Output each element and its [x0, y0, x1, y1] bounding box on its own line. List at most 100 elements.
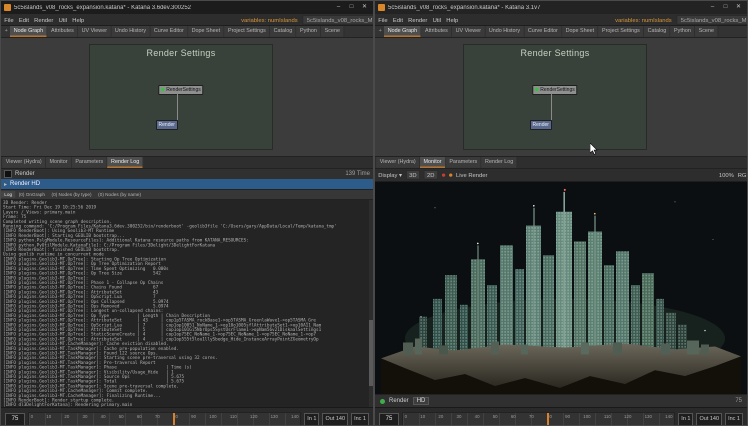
node-render[interactable]: Render: [156, 120, 178, 130]
timeline-tick: 60: [137, 413, 142, 420]
panel-tab[interactable]: Scene: [321, 26, 344, 37]
timeline-tick: 70: [529, 413, 534, 420]
menu-item[interactable]: File: [378, 16, 387, 23]
panel-tab[interactable]: Curve Editor: [524, 26, 562, 37]
close-button[interactable]: ✕: [358, 2, 371, 13]
playhead[interactable]: [173, 413, 175, 426]
menu-item[interactable]: Edit: [393, 16, 403, 23]
close-button[interactable]: ✕: [732, 2, 745, 13]
node-graph-panel[interactable]: Render Settings RenderSettings Render: [1, 38, 373, 157]
window-title: 5c5islands_v08_rocks_expansion.katana* -…: [14, 5, 329, 11]
menu-item[interactable]: Util: [433, 16, 441, 23]
log-filter-tab[interactable]: (0) OnGraph: [15, 191, 48, 198]
display-dropdown[interactable]: Display ▾: [378, 171, 402, 178]
panel-tab[interactable]: Attributes: [47, 26, 78, 37]
menu-item[interactable]: Help: [446, 16, 458, 23]
menu-item[interactable]: Render: [34, 16, 53, 23]
expand-arrow-icon[interactable]: ▸: [4, 181, 7, 188]
project-variables-widget[interactable]: variables: numIslands: [615, 16, 672, 23]
panel-tab[interactable]: Node Graph: [10, 26, 47, 37]
node-rendersettings[interactable]: RenderSettings: [532, 85, 577, 95]
viewer-tab[interactable]: Monitor: [46, 157, 72, 168]
panel-tab[interactable]: UV Viewer: [452, 26, 485, 37]
out-field[interactable]: Out 140: [322, 413, 348, 426]
node-graph-canvas[interactable]: Render Settings RenderSettings Render: [89, 44, 273, 150]
minimize-button[interactable]: –: [332, 2, 345, 13]
timeline-tick: 130: [645, 413, 652, 420]
log-scrollbar[interactable]: [369, 200, 373, 407]
out-field[interactable]: Out 140: [696, 413, 722, 426]
scrollbar-thumb[interactable]: [369, 320, 373, 386]
inc-field[interactable]: Inc 1: [351, 413, 369, 426]
node-graph-panel[interactable]: Render Settings RenderSettings Render: [375, 38, 747, 157]
log-filter-tab[interactable]: (0) Nodes (by name): [95, 191, 144, 198]
menu-item[interactable]: Render: [408, 16, 427, 23]
window-title: 5c5islands_v08_rocks_expansion.katana* -…: [388, 5, 703, 11]
panel-tab[interactable]: Scene: [695, 26, 718, 37]
render-name[interactable]: Render: [389, 398, 409, 404]
panel-tab[interactable]: Dope Sheet: [562, 26, 598, 37]
timeline-ruler[interactable]: 0102030405060708090100110120130140: [28, 412, 301, 426]
node-label: RenderSettings: [540, 87, 574, 93]
channel-select[interactable]: RGB: [738, 172, 747, 179]
backdrop-title: Render Settings: [90, 48, 272, 58]
in-field[interactable]: In 1: [678, 413, 693, 426]
viewer-tab[interactable]: Viewer (Hydra): [2, 157, 46, 168]
panel-tab[interactable]: Undo History: [111, 26, 150, 37]
panel-tab[interactable]: Undo History: [485, 26, 524, 37]
menu-item[interactable]: Util: [59, 16, 67, 23]
node-render[interactable]: Render: [530, 120, 552, 130]
viewer-tab[interactable]: Render Log: [107, 157, 143, 168]
panel-tab[interactable]: Python: [296, 26, 321, 37]
playhead[interactable]: [547, 413, 549, 426]
panel-tab[interactable]: UV Viewer: [78, 26, 111, 37]
project-variables-widget[interactable]: variables: numIslands: [241, 16, 298, 23]
catalog-row-selected[interactable]: ▸ Render HD: [1, 179, 373, 189]
panel-tab[interactable]: Catalog: [270, 26, 296, 37]
menu-item[interactable]: Edit: [19, 16, 29, 23]
timeline-ruler[interactable]: 0102030405060708090100110120130140: [402, 412, 675, 426]
render-log-panel[interactable]: 3D Render: RenderStart Time: Fri Dec 19 …: [1, 200, 373, 407]
menu-item[interactable]: File: [4, 16, 13, 23]
titlebar[interactable]: 5c5islands_v08_rocks_expansion.katana* -…: [1, 1, 373, 14]
current-frame-field[interactable]: 75: [379, 413, 399, 426]
monitor-image-area[interactable]: [375, 182, 747, 394]
zoom-level[interactable]: 100%: [719, 172, 734, 179]
panel-tab[interactable]: Dope Sheet: [188, 26, 224, 37]
node-rendersettings[interactable]: RenderSettings: [158, 85, 203, 95]
log-filter-tab[interactable]: Log: [1, 191, 15, 198]
maximize-button[interactable]: □: [345, 2, 358, 13]
minimize-button[interactable]: –: [706, 2, 719, 13]
viewer-tab-bar: Viewer (Hydra)MonitorParametersRender Lo…: [375, 157, 747, 169]
panel-tab[interactable]: Catalog: [644, 26, 670, 37]
stop-render-icon[interactable]: [442, 173, 445, 176]
add-tab-icon[interactable]: +: [2, 26, 10, 37]
document-tab[interactable]: 5c5islands_v08_rocks_M: [303, 15, 373, 24]
titlebar[interactable]: 5c5islands_v08_rocks_expansion.katana* -…: [375, 1, 747, 14]
log-filter-tab[interactable]: (0) Nodes (by type): [48, 191, 95, 198]
panel-tab[interactable]: Project Settings: [224, 26, 270, 37]
viewer-tab[interactable]: Parameters: [72, 157, 108, 168]
viewer-tab[interactable]: Viewer (Hydra): [376, 157, 420, 168]
panel-tab[interactable]: Python: [670, 26, 695, 37]
node-graph-canvas[interactable]: Render Settings RenderSettings Render: [463, 44, 647, 150]
inc-field[interactable]: Inc 1: [725, 413, 743, 426]
panel-tab[interactable]: Project Settings: [598, 26, 644, 37]
catalog-row[interactable]: Render 139 Time: [1, 169, 373, 179]
rendered-city-image[interactable]: [375, 182, 747, 394]
maximize-button[interactable]: □: [719, 2, 732, 13]
menu-item[interactable]: Help: [72, 16, 84, 23]
view-2d-button[interactable]: 2D: [424, 170, 438, 179]
viewer-tab[interactable]: Monitor: [420, 157, 446, 168]
current-frame-field[interactable]: 75: [5, 413, 25, 426]
in-field[interactable]: In 1: [304, 413, 319, 426]
viewer-tab[interactable]: Parameters: [446, 157, 482, 168]
view-3d-button[interactable]: 3D: [406, 170, 420, 179]
panel-tab[interactable]: Curve Editor: [150, 26, 188, 37]
panel-tab[interactable]: Attributes: [421, 26, 452, 37]
viewer-tab[interactable]: Render Log: [481, 157, 517, 168]
live-render-button[interactable]: Live Render: [456, 172, 488, 179]
document-tab[interactable]: 5c5islands_v08_rocks_M: [677, 15, 747, 24]
panel-tab[interactable]: Node Graph: [384, 26, 421, 37]
add-tab-icon[interactable]: +: [376, 26, 384, 37]
